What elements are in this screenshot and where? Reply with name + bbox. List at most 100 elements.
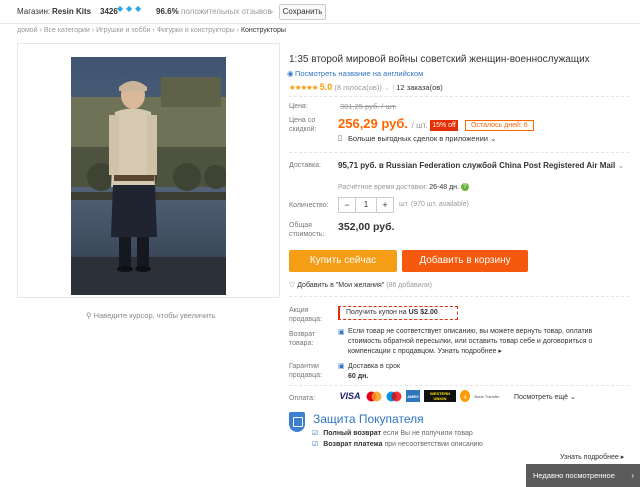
diamond-icon: ◆ bbox=[126, 4, 133, 13]
recently-viewed-toggle[interactable]: Недавно посмотренное › bbox=[526, 464, 640, 487]
protection-more-link[interactable]: Узнать подробнее ▸ bbox=[560, 453, 624, 461]
chevron-right-icon[interactable]: ▸ bbox=[621, 454, 625, 461]
quantity-input[interactable]: 1 bbox=[355, 198, 377, 212]
quantity-increase-button[interactable]: + bbox=[377, 198, 393, 212]
translate-title-text[interactable]: Посмотреть название на английском bbox=[295, 69, 423, 78]
breadcrumb-item[interactable]: домой bbox=[17, 27, 38, 34]
more-payment-methods-text[interactable]: Посмотреть ещё bbox=[514, 394, 568, 401]
delivery-estimate-value: 26-48 дн. bbox=[429, 183, 459, 191]
chevron-down-icon[interactable]: ⌄ bbox=[490, 134, 496, 143]
divider bbox=[289, 96, 629, 97]
on-time-delivery-days: 60 дн. bbox=[348, 373, 369, 380]
shipping-method-text[interactable]: 95,71 руб. в Russian Federation службой … bbox=[338, 161, 615, 170]
coupon-amount[interactable]: US $2.00 bbox=[409, 309, 438, 316]
buyer-protection-title: Защита Покупателя bbox=[313, 412, 424, 426]
protection-more-text[interactable]: Узнать подробнее bbox=[560, 454, 619, 461]
total-label: Общая стоимость: bbox=[289, 222, 325, 238]
product-title: 1:35 второй мировой войны советский женщ… bbox=[289, 54, 590, 65]
visa-logo-icon: VISA bbox=[339, 391, 361, 401]
add-to-cart-button[interactable]: Добавить в корзину bbox=[402, 250, 528, 272]
add-to-wishlist[interactable]: ♡ Добавить в "Мои желания" (86 добавили) bbox=[289, 281, 432, 289]
payment-methods: VISA AMEX WESTERN UNION Q Bank Transfer bbox=[338, 390, 500, 402]
chevron-right-icon[interactable]: ▸ bbox=[498, 348, 502, 355]
protection-full-refund-text: если Вы не получили товар bbox=[383, 430, 473, 437]
checkmark-icon: ☑ bbox=[312, 441, 319, 448]
divider bbox=[289, 296, 629, 297]
chevron-down-icon[interactable]: ⌄ bbox=[384, 83, 390, 92]
app-deals-text[interactable]: Больше выгодных сделок в приложении bbox=[348, 134, 488, 143]
returns-policy: ▣ Если товар не соответствует описанию, … bbox=[338, 327, 618, 357]
breadcrumb-item[interactable]: Фигурки и конструкторы bbox=[157, 27, 235, 34]
amex-logo-icon: AMEX bbox=[406, 390, 420, 402]
qiwi-logo-icon: Q bbox=[460, 390, 470, 402]
divider bbox=[289, 152, 629, 153]
get-coupon-button[interactable]: Получить купон на US $2.00 bbox=[338, 306, 458, 320]
maestro-logo-icon bbox=[386, 390, 402, 402]
price-unit: / шт. bbox=[411, 121, 428, 130]
product-rating: ★★★★★ 5.0 (8 голоса(ов)) ⌄ | 12 заказа(о… bbox=[289, 82, 443, 92]
diamond-icon: ◆ bbox=[135, 4, 142, 13]
store-rank-gems: ◆ ◆ ◆ bbox=[117, 5, 143, 13]
quantity-decrease-button[interactable]: − bbox=[339, 198, 355, 212]
positive-feedback-label[interactable]: положительных отзывов bbox=[181, 7, 272, 16]
quantity-stepper[interactable]: − 1 + bbox=[338, 197, 394, 213]
breadcrumb-item[interactable]: Все категории bbox=[44, 27, 90, 34]
protection-payment-return-text: при несоответствии описанию bbox=[384, 441, 483, 448]
orders-count: 12 заказа(ов) bbox=[396, 83, 443, 92]
return-icon: ▣ bbox=[338, 329, 345, 336]
on-time-delivery-text: Доставка в срок bbox=[348, 363, 401, 370]
buy-now-button[interactable]: Купить сейчас bbox=[289, 250, 397, 272]
positive-feedback-percent: 96.6% bbox=[156, 7, 179, 16]
rating-value: 5.0 bbox=[319, 82, 333, 92]
recently-viewed-label[interactable]: Недавно посмотренное bbox=[533, 471, 615, 480]
store-label: Магазин: bbox=[17, 7, 51, 16]
chevron-down-icon[interactable]: ⌄ bbox=[570, 394, 576, 401]
store-name-link[interactable]: Resin Kits bbox=[52, 7, 91, 16]
divider: | bbox=[392, 83, 395, 92]
heart-icon[interactable]: ♡ bbox=[289, 282, 295, 289]
translate-icon: ◉ bbox=[287, 69, 294, 78]
rating-stars-icon[interactable]: ★★★★★ bbox=[289, 83, 319, 92]
coupon-text[interactable]: Получить купон на bbox=[346, 309, 407, 316]
protection-payment-return-title: Возврат платежа bbox=[323, 441, 383, 448]
more-payment-methods-link[interactable]: Посмотреть ещё ⌄ bbox=[514, 393, 576, 401]
seller-guarantee-label: Гарантии продавца: bbox=[289, 363, 322, 379]
phone-icon: ▯ bbox=[338, 133, 343, 142]
shield-icon bbox=[289, 412, 305, 432]
save-store-button[interactable]: Сохранить bbox=[279, 4, 326, 20]
chevron-right-icon[interactable]: › bbox=[631, 464, 634, 487]
wishlist-label[interactable]: Добавить в "Мои желания" bbox=[297, 282, 384, 289]
returns-label: Возврат товара: bbox=[289, 331, 316, 347]
payment-label: Оплата: bbox=[289, 395, 316, 402]
app-deals-link[interactable]: ▯ Больше выгодных сделок в приложении ⌄ bbox=[338, 133, 496, 143]
breadcrumb-current: Конструкторы bbox=[240, 27, 286, 34]
chevron-down-icon[interactable]: ⌄ bbox=[617, 161, 624, 170]
magnifier-icon: ⚲ bbox=[86, 311, 92, 320]
price-label: Цена: bbox=[289, 103, 308, 110]
breadcrumb-item[interactable]: Игрушки и хобби bbox=[96, 27, 151, 34]
on-time-delivery: ▣ Доставка в срок 60 дн. bbox=[338, 362, 401, 382]
store-score: 3426 bbox=[100, 7, 118, 16]
delivery-estimate-label: Расчётное время доставки: bbox=[338, 183, 428, 191]
available-quantity: шт. (970 шт. available) bbox=[399, 201, 469, 208]
rating-votes[interactable]: (8 голоса(ов)) bbox=[334, 83, 382, 92]
clock-icon: ▣ bbox=[338, 363, 345, 370]
discount-price-value: 256,29 руб. bbox=[338, 116, 409, 131]
total-price: 352,00 руб. bbox=[338, 221, 395, 233]
diamond-icon: ◆ bbox=[117, 4, 124, 13]
product-photo[interactable] bbox=[71, 57, 226, 295]
protection-full-refund: ☑ Полный возврат если Вы не получили тов… bbox=[312, 429, 473, 437]
days-left-badge: Осталось дней: 6 bbox=[465, 120, 534, 131]
returns-more-link[interactable]: Узнать подробнее bbox=[438, 348, 497, 355]
mastercard-logo-icon bbox=[366, 390, 382, 402]
discount-price-label: Цена со скидкой: bbox=[289, 117, 317, 133]
help-icon[interactable]: ? bbox=[460, 183, 469, 191]
checkmark-icon: ☑ bbox=[312, 430, 319, 437]
shipping-method[interactable]: 95,71 руб. в Russian Federation службой … bbox=[338, 160, 628, 171]
divider bbox=[289, 385, 629, 386]
quantity-label: Количество: bbox=[289, 202, 329, 209]
bank-transfer-logo-icon: Bank Transfer bbox=[474, 393, 500, 399]
delivery-estimate: Расчётное время доставки: 26-48 дн. ? bbox=[338, 183, 469, 191]
translate-title-link[interactable]: ◉ Посмотреть название на английском bbox=[287, 69, 423, 78]
chevron-down-icon[interactable]: ⌄ bbox=[268, 6, 275, 15]
